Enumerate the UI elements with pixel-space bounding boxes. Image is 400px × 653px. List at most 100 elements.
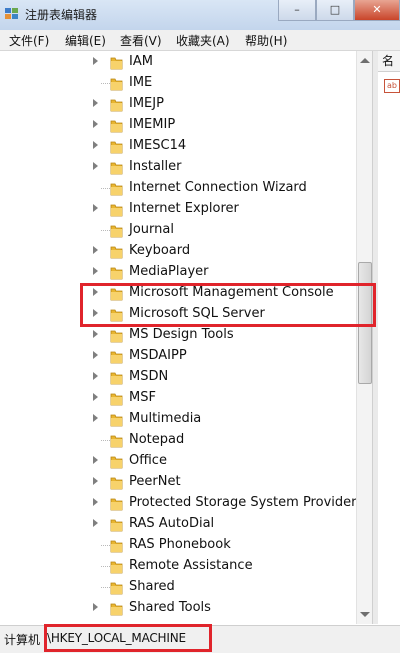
registry-editor-icon <box>5 8 18 19</box>
expand-arrow-icon[interactable] <box>93 99 98 107</box>
tree-item[interactable]: MSF <box>0 388 372 409</box>
tree-item-label: MSDN <box>129 369 169 384</box>
folder-icon <box>110 582 123 595</box>
tree-item[interactable]: IME <box>0 73 372 94</box>
tree-item-label: IME <box>129 75 153 90</box>
folder-icon <box>110 267 123 280</box>
tree-item[interactable]: Multimedia <box>0 409 372 430</box>
scroll-up-icon[interactable] <box>360 58 370 63</box>
folder-icon <box>110 603 123 616</box>
tree-item-label: RAS AutoDial <box>129 516 215 531</box>
minimize-icon[interactable]: – <box>278 0 316 21</box>
expand-arrow-icon[interactable] <box>93 141 98 149</box>
folder-icon <box>110 57 123 70</box>
tree-item[interactable]: PeerNet <box>0 472 372 493</box>
tree-item[interactable]: Internet Explorer <box>0 199 372 220</box>
expand-arrow-icon[interactable] <box>93 603 98 611</box>
tree-item-label: Remote Assistance <box>129 558 253 573</box>
tree-item-label: MS Design Tools <box>129 327 234 342</box>
tree-item-label: Notepad <box>129 432 185 447</box>
close-icon[interactable]: ✕ <box>354 0 400 21</box>
expand-arrow-icon[interactable] <box>93 519 98 527</box>
highlight-box-path <box>44 624 212 652</box>
folder-icon <box>110 351 123 364</box>
window-title: 注册表编辑器 <box>25 8 98 22</box>
folder-icon <box>110 519 123 532</box>
menu-bar: 文件(F) 编辑(E) 查看(V) 收藏夹(A) 帮助(H) <box>0 30 400 51</box>
tree-item[interactable]: Journal <box>0 220 372 241</box>
tree-item[interactable]: MSDN <box>0 367 372 388</box>
tree-item[interactable]: MSDAIPP <box>0 346 372 367</box>
menu-view[interactable]: 查看(V) <box>120 32 162 49</box>
tree-item-label: IMESC14 <box>129 138 187 153</box>
tree-item[interactable]: IMESC14 <box>0 136 372 157</box>
folder-icon <box>110 78 123 91</box>
folder-icon <box>110 561 123 574</box>
folder-icon <box>110 162 123 175</box>
folder-icon <box>110 120 123 133</box>
tree-item[interactable]: IAM <box>0 52 372 73</box>
tree-item[interactable]: RAS AutoDial <box>0 514 372 535</box>
expand-arrow-icon[interactable] <box>93 456 98 464</box>
menu-edit[interactable]: 编辑(E) <box>65 32 106 49</box>
folder-icon <box>110 183 123 196</box>
registry-tree[interactable]: IAM IME IMEJP IMEMIP IMESC14 Installer Interne… <box>0 51 372 624</box>
expand-arrow-icon[interactable] <box>93 267 98 275</box>
tree-item-label: IMEMIP <box>129 117 176 132</box>
expand-arrow-icon[interactable] <box>93 204 98 212</box>
tree-item-label: RAS Phonebook <box>129 537 231 552</box>
expand-arrow-icon[interactable] <box>93 372 98 380</box>
folder-icon <box>110 372 123 385</box>
expand-arrow-icon[interactable] <box>93 162 98 170</box>
tree-item[interactable]: Installer <box>0 157 372 178</box>
tree-item-label: Multimedia <box>129 411 202 426</box>
tree-item[interactable]: Shared <box>0 577 372 598</box>
expand-arrow-icon[interactable] <box>93 330 98 338</box>
expand-arrow-icon[interactable] <box>93 351 98 359</box>
folder-icon <box>110 477 123 490</box>
tree-item[interactable]: RAS Phonebook <box>0 535 372 556</box>
tree-item[interactable]: Notepad <box>0 430 372 451</box>
folder-icon <box>110 393 123 406</box>
expand-arrow-icon[interactable] <box>93 414 98 422</box>
tree-item[interactable]: IMEJP <box>0 94 372 115</box>
values-pane[interactable]: 名 ab <box>378 51 400 624</box>
tree-item[interactable]: Protected Storage System Provider <box>0 493 372 514</box>
tree-item[interactable]: Shared Tools <box>0 598 372 619</box>
folder-icon <box>110 435 123 448</box>
expand-arrow-icon[interactable] <box>93 498 98 506</box>
tree-item[interactable]: Remote Assistance <box>0 556 372 577</box>
tree-item-label: Journal <box>129 222 174 237</box>
tree-item-label: Protected Storage System Provider <box>129 495 357 510</box>
tree-item-label: Shared Tools <box>129 600 211 615</box>
folder-icon <box>110 141 123 154</box>
folder-icon <box>110 414 123 427</box>
expand-arrow-icon[interactable] <box>93 57 98 65</box>
folder-icon <box>110 498 123 511</box>
status-computer-label: 计算机 <box>4 633 41 647</box>
expand-arrow-icon[interactable] <box>93 477 98 485</box>
expand-arrow-icon[interactable] <box>93 120 98 128</box>
tree-item[interactable]: Office <box>0 451 372 472</box>
folder-icon <box>110 225 123 238</box>
tree-item[interactable]: MediaPlayer <box>0 262 372 283</box>
tree-item-label: Internet Explorer <box>129 201 239 216</box>
expand-arrow-icon[interactable] <box>93 246 98 254</box>
tree-scrollbar[interactable] <box>356 51 373 624</box>
tree-item[interactable]: Internet Connection Wizard <box>0 178 372 199</box>
tree-item-label: MSF <box>129 390 156 405</box>
tree-item[interactable]: IMEMIP <box>0 115 372 136</box>
string-value-icon: ab <box>384 79 400 93</box>
maximize-icon[interactable]: □ <box>316 0 354 21</box>
scroll-down-icon[interactable] <box>360 612 370 617</box>
menu-file[interactable]: 文件(F) <box>9 32 49 49</box>
folder-icon <box>110 330 123 343</box>
tree-item[interactable]: Keyboard <box>0 241 372 262</box>
folder-icon <box>110 99 123 112</box>
name-column-header[interactable]: 名 <box>378 51 400 72</box>
tree-item-label: MSDAIPP <box>129 348 187 363</box>
tree-item[interactable]: MS Design Tools <box>0 325 372 346</box>
menu-help[interactable]: 帮助(H) <box>245 32 287 49</box>
menu-favorites[interactable]: 收藏夹(A) <box>176 32 230 49</box>
expand-arrow-icon[interactable] <box>93 393 98 401</box>
